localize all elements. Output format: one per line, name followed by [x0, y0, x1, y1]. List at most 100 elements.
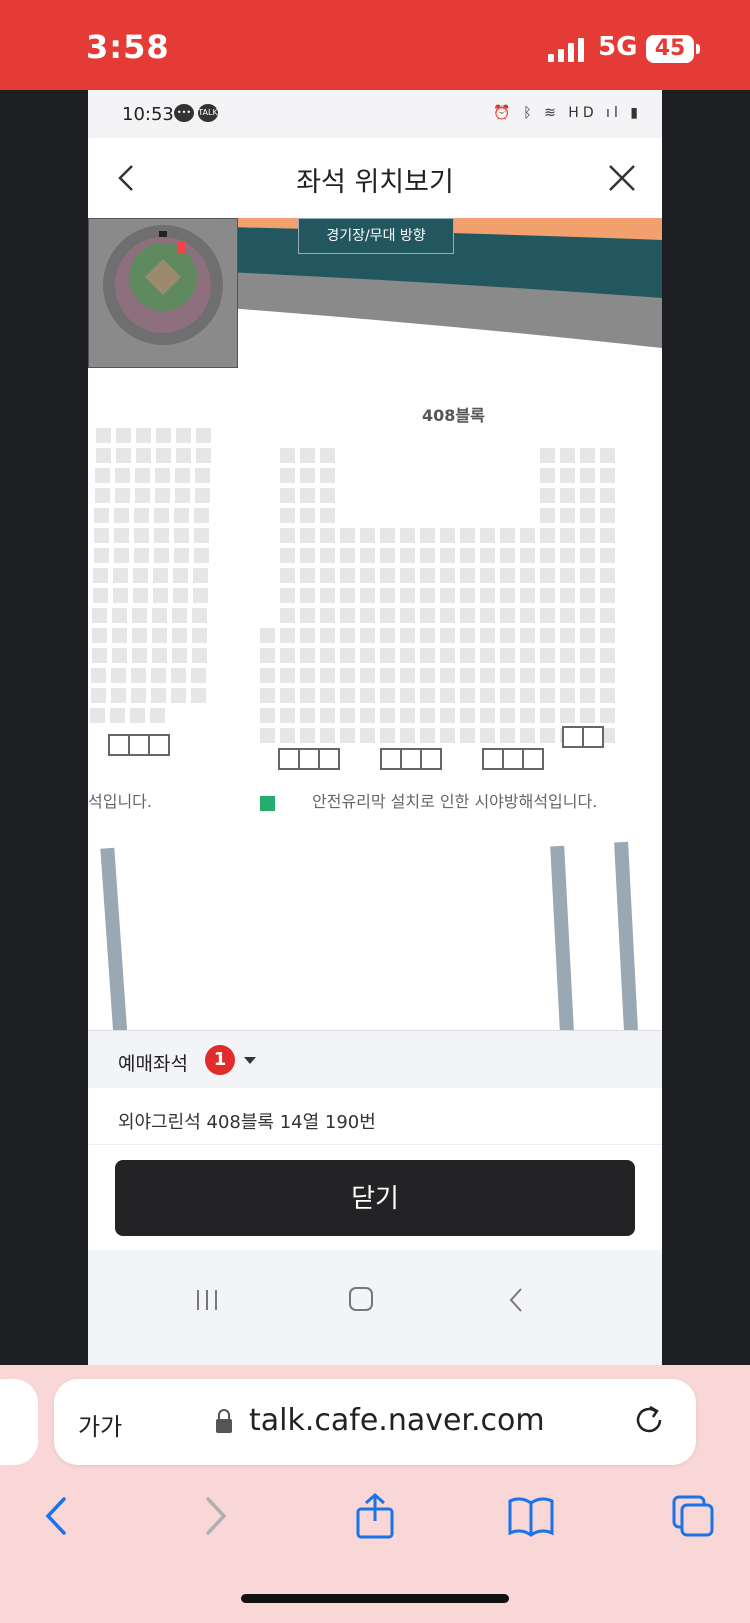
seat[interactable]: [300, 648, 315, 663]
seat[interactable]: [540, 468, 555, 483]
previous-tab-peek[interactable]: [0, 1379, 38, 1465]
seat[interactable]: [540, 708, 555, 723]
seat[interactable]: [600, 448, 615, 463]
seat[interactable]: [280, 728, 295, 743]
seat[interactable]: [520, 648, 535, 663]
seat[interactable]: [520, 568, 535, 583]
selected-seat[interactable]: [260, 796, 275, 811]
seat[interactable]: [480, 588, 495, 603]
seat[interactable]: [580, 628, 595, 643]
seat[interactable]: [540, 688, 555, 703]
seat[interactable]: [340, 568, 355, 583]
seat[interactable]: [560, 588, 575, 603]
seat[interactable]: [280, 708, 295, 723]
seat[interactable]: [600, 628, 615, 643]
seat[interactable]: [380, 528, 395, 543]
seat[interactable]: [560, 708, 575, 723]
seat[interactable]: [560, 508, 575, 523]
seat[interactable]: [191, 668, 206, 683]
seat[interactable]: [152, 648, 167, 663]
seat[interactable]: [540, 488, 555, 503]
seat[interactable]: [580, 568, 595, 583]
seat[interactable]: [500, 588, 515, 603]
seat[interactable]: [340, 648, 355, 663]
seat[interactable]: [112, 608, 127, 623]
seat[interactable]: [300, 488, 315, 503]
seat[interactable]: [195, 488, 210, 503]
reload-icon[interactable]: [632, 1403, 666, 1437]
seat[interactable]: [580, 548, 595, 563]
seat[interactable]: [114, 528, 129, 543]
seat[interactable]: [280, 588, 295, 603]
seat[interactable]: [500, 568, 515, 583]
seat[interactable]: [420, 668, 435, 683]
seat[interactable]: [600, 528, 615, 543]
seat[interactable]: [480, 548, 495, 563]
seat[interactable]: [600, 708, 615, 723]
seat[interactable]: [480, 528, 495, 543]
seat[interactable]: [380, 688, 395, 703]
seat[interactable]: [320, 628, 335, 643]
seat[interactable]: [151, 688, 166, 703]
back-arrow-icon[interactable]: [36, 1493, 82, 1539]
seat[interactable]: [320, 528, 335, 543]
seat[interactable]: [280, 548, 295, 563]
seat[interactable]: [360, 608, 375, 623]
seat[interactable]: [480, 628, 495, 643]
seat[interactable]: [192, 628, 207, 643]
seat[interactable]: [380, 628, 395, 643]
seat[interactable]: [91, 688, 106, 703]
seat[interactable]: [300, 688, 315, 703]
seat[interactable]: [500, 688, 515, 703]
seat[interactable]: [113, 568, 128, 583]
seat[interactable]: [400, 708, 415, 723]
seat[interactable]: [440, 528, 455, 543]
seat[interactable]: [174, 508, 189, 523]
seat[interactable]: [132, 628, 147, 643]
seat[interactable]: [156, 428, 171, 443]
seat[interactable]: [580, 488, 595, 503]
seat[interactable]: [560, 528, 575, 543]
seat[interactable]: [92, 608, 107, 623]
seat[interactable]: [320, 508, 335, 523]
seat[interactable]: [153, 568, 168, 583]
seat[interactable]: [260, 628, 275, 643]
seat[interactable]: [193, 568, 208, 583]
seat[interactable]: [196, 448, 211, 463]
seat[interactable]: [300, 448, 315, 463]
seat[interactable]: [520, 688, 535, 703]
seat[interactable]: [340, 588, 355, 603]
seat[interactable]: [114, 548, 129, 563]
seat[interactable]: [460, 648, 475, 663]
seat[interactable]: [134, 548, 149, 563]
seat[interactable]: [580, 448, 595, 463]
seat[interactable]: [320, 548, 335, 563]
seat[interactable]: [440, 668, 455, 683]
seat[interactable]: [440, 648, 455, 663]
seat[interactable]: [500, 728, 515, 743]
seat[interactable]: [360, 528, 375, 543]
seat[interactable]: [95, 488, 110, 503]
seat[interactable]: [580, 588, 595, 603]
seat[interactable]: [132, 608, 147, 623]
seat[interactable]: [540, 568, 555, 583]
seat[interactable]: [260, 648, 275, 663]
seat[interactable]: [440, 688, 455, 703]
seat[interactable]: [194, 508, 209, 523]
seat[interactable]: [560, 568, 575, 583]
seat[interactable]: [540, 548, 555, 563]
seat[interactable]: [320, 468, 335, 483]
seat[interactable]: [280, 568, 295, 583]
seat[interactable]: [320, 588, 335, 603]
seat[interactable]: [600, 568, 615, 583]
seat[interactable]: [300, 548, 315, 563]
seat[interactable]: [340, 688, 355, 703]
seat[interactable]: [360, 628, 375, 643]
seat[interactable]: [540, 608, 555, 623]
seat[interactable]: [560, 608, 575, 623]
seat[interactable]: [380, 548, 395, 563]
seat[interactable]: [420, 688, 435, 703]
seat[interactable]: [600, 688, 615, 703]
seat[interactable]: [600, 588, 615, 603]
seat[interactable]: [500, 528, 515, 543]
